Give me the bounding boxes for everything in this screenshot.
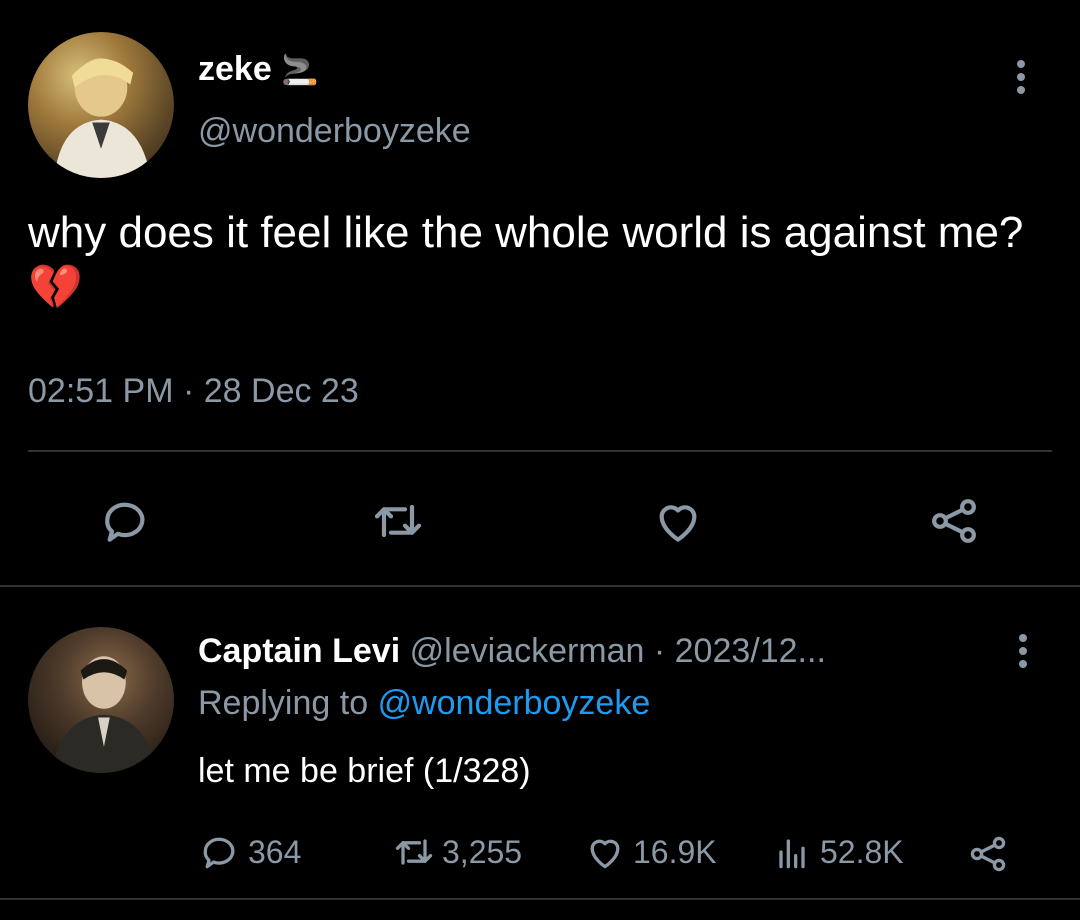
divider [0, 898, 1080, 900]
comment-icon[interactable] [98, 493, 154, 549]
more-vertical-icon[interactable] [1006, 60, 1036, 100]
reply-author-meta[interactable]: @leviackerman · 2023/12... [410, 632, 826, 670]
author-name[interactable]: zeke 🚬 [198, 50, 319, 89]
reply-author-name[interactable]: Captain Levi [198, 632, 400, 670]
tweet-timestamp[interactable]: 02:51 PM · 28 Dec 23 [28, 372, 359, 411]
more-vertical-icon[interactable] [1008, 634, 1038, 674]
cigarette-emoji: 🚬 [281, 54, 319, 87]
like-count[interactable]: 16.9K [583, 830, 717, 874]
view-count[interactable]: 52.8K [770, 830, 904, 874]
views-icon [779, 839, 805, 869]
replying-to: Replying to @wonderboyzeke [198, 684, 651, 722]
author-handle[interactable]: @wonderboyzeke [198, 112, 471, 151]
retweet-icon[interactable] [370, 493, 426, 549]
divider [28, 450, 1052, 452]
retweet-count[interactable]: 3,255 [392, 830, 522, 874]
replying-to-handle[interactable]: @wonderboyzeke [378, 684, 651, 722]
heart-icon [590, 839, 620, 869]
share-icon[interactable] [926, 493, 982, 549]
broken-heart-emoji: 💔 [28, 263, 83, 312]
reply-text: let me be brief (1/328) [198, 752, 531, 790]
tweet-text: why does it feel like the whole world is… [28, 208, 1024, 312]
author-avatar[interactable] [28, 32, 174, 178]
comment-icon [203, 837, 235, 869]
reply-author-avatar[interactable] [28, 627, 174, 773]
reply-count[interactable]: 364 [198, 830, 301, 874]
heart-icon[interactable] [650, 493, 706, 549]
reply-header[interactable]: Captain Levi @leviackerman · 2023/12... [198, 632, 826, 671]
divider [0, 585, 1080, 587]
share-icon[interactable] [966, 832, 1010, 876]
retweet-icon [395, 839, 433, 865]
